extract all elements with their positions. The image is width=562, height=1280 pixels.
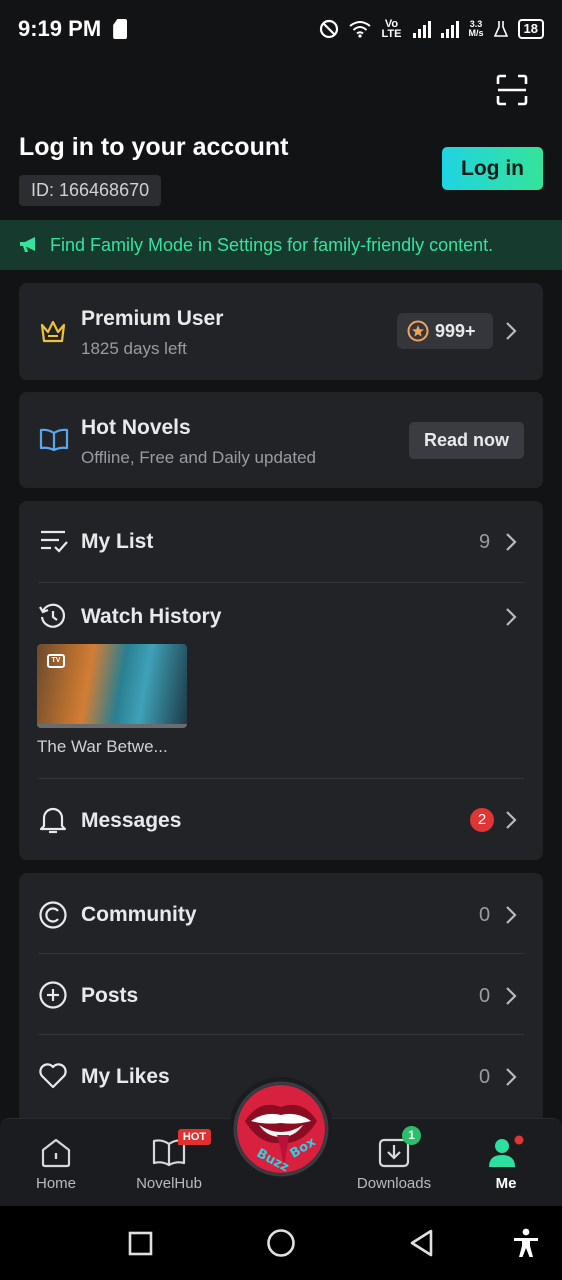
coin-balance[interactable]: 999+ [397,313,493,349]
community-count: 0 [479,904,491,926]
messages-row[interactable]: Messages 2 [19,779,543,859]
list-check-icon [41,530,68,553]
sim-icon [113,19,128,39]
network-type: Vo LTE [381,18,402,40]
messages-badge: 2 [470,808,494,832]
user-id: ID: 166468670 [19,175,162,206]
hot-novels-card[interactable]: Hot Novels Offline, Free and Daily updat… [19,392,543,488]
community-icon [39,901,67,929]
status-icons: Vo LTE 3.3 M/s 18 [319,18,544,40]
status-bar: 9:19 PM Vo LTE 3.3 M/s 18 [0,0,562,58]
history-icon [39,603,66,628]
my-list-row[interactable]: My List 9 [19,501,543,581]
read-now-button[interactable]: Read now [409,422,524,459]
signal-icon-2 [440,20,459,38]
posts-count: 0 [479,985,491,1007]
chevron-right-icon [506,533,517,551]
nav-downloads[interactable]: Downloads [338,1119,450,1207]
coin-icon [407,320,429,342]
recents-icon[interactable] [128,1231,153,1256]
chevron-right-icon [506,322,517,340]
flask-icon [493,21,508,37]
bell-icon [39,807,67,834]
hot-novels-title: Hot Novels [81,416,191,439]
nav-home-label: Home [35,1175,76,1192]
page-title: Log in to your account [19,133,289,161]
plus-circle-icon [39,981,67,1009]
chevron-right-icon [506,1068,517,1086]
premium-title: Premium User [81,307,224,330]
wifi-icon [348,21,371,38]
watch-history-row[interactable]: Watch History [19,583,543,653]
watch-progress-bar [37,724,187,728]
status-time: 9:19 PM [18,16,102,41]
posts-label: Posts [81,984,139,1007]
buzz-box-logo-button[interactable]: Buzz Box [229,1077,333,1181]
profile-icon [489,1135,524,1167]
signal-icon [412,20,431,38]
net-speed: 3.3 M/s [469,20,484,38]
buzz-box-logo: Buzz Box [233,1081,329,1177]
my-list-label: My List [81,530,154,553]
history-item-title[interactable]: The War Betwe... [37,737,168,757]
coin-count: 999+ [435,320,476,341]
crown-icon [40,320,66,343]
scan-icon[interactable] [496,74,528,106]
accessibility-icon[interactable] [512,1228,540,1258]
system-nav-bar [0,1206,562,1280]
battery-level: 18 [517,19,544,39]
likes-count: 0 [479,1066,491,1088]
home-icon [41,1138,71,1168]
tv-icon: TV [47,654,65,668]
speed-unit: M/s [468,28,484,38]
heart-icon [39,1063,67,1089]
history-thumbnail[interactable]: TV [37,644,187,728]
watch-history-label: Watch History [81,605,222,628]
nav-me[interactable]: Me [450,1119,562,1207]
premium-card[interactable]: Premium User 1825 days left 999+ [19,283,543,380]
do-not-disturb-icon [319,19,338,39]
chevron-right-icon [506,811,517,829]
premium-subtitle: 1825 days left [81,339,187,358]
book-icon [39,428,69,452]
likes-label: My Likes [81,1065,170,1088]
login-button[interactable]: Log in [442,147,543,190]
chevron-right-icon [506,906,517,924]
posts-row[interactable]: Posts 0 [19,954,543,1034]
hot-novels-subtitle: Offline, Free and Daily updated [81,448,316,467]
community-row[interactable]: Community 0 [19,873,543,953]
hot-badge: HOT [178,1129,211,1145]
chevron-right-icon [506,987,517,1005]
nav-me-label: Me [495,1175,517,1192]
my-list-count: 9 [479,531,491,553]
library-card: My List 9 Watch History TV The War Betwe… [19,501,543,860]
nav-novelhub-label: NovelHub [136,1175,202,1192]
downloads-badge: 1 [402,1126,421,1145]
nav-downloads-label: Downloads [356,1175,432,1192]
chevron-right-icon [506,608,517,626]
family-banner-text: Find Family Mode in Settings for family-… [50,234,494,255]
megaphone-icon [20,237,35,252]
messages-label: Messages [81,809,182,832]
back-icon[interactable] [409,1229,435,1257]
community-label: Community [81,903,197,926]
home-button-icon[interactable] [266,1228,296,1258]
nav-home[interactable]: Home [0,1119,112,1207]
family-mode-banner[interactable]: Find Family Mode in Settings for family-… [0,220,562,270]
